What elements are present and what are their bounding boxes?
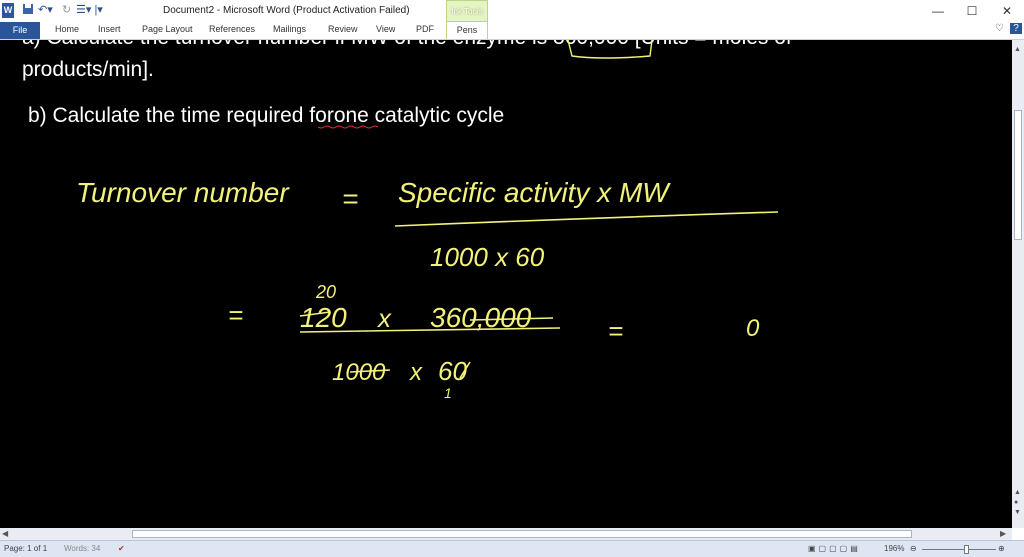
- scroll-left-icon[interactable]: ◀: [2, 529, 8, 538]
- help-icon[interactable]: ?: [1010, 23, 1022, 34]
- word-icon[interactable]: W: [2, 3, 14, 18]
- customize-qat-icon[interactable]: ☰▾ |▾: [76, 3, 103, 18]
- ribbon-tabs: File Home Insert Page Layout References …: [0, 22, 1024, 40]
- tab-view[interactable]: View: [376, 24, 395, 34]
- ink-num2-overwrite: 20: [315, 282, 336, 302]
- horizontal-scrollbar[interactable]: ◀ ▶: [0, 528, 1012, 540]
- ink-tools-context-label: Ink Tools: [446, 0, 488, 22]
- ink-fraction-bar-1: [394, 211, 779, 227]
- word-count[interactable]: Words: 34: [64, 544, 100, 553]
- ink-eq1: =: [342, 183, 358, 214]
- proofing-icon[interactable]: ✔: [118, 544, 125, 553]
- page-indicator[interactable]: Page: 1 of 1: [4, 544, 47, 553]
- redo-icon[interactable]: ↻: [62, 3, 71, 18]
- ink-den2-a: 1000: [332, 359, 386, 386]
- window-title: Document2 - Microsoft Word (Product Acti…: [163, 5, 410, 16]
- zoom-out-icon[interactable]: ⊖: [910, 544, 917, 553]
- browse-buttons-icon[interactable]: ▲ ● ▼: [1014, 488, 1021, 518]
- minimize-button[interactable]: —: [923, 3, 953, 19]
- horizontal-scroll-thumb[interactable]: [132, 530, 912, 538]
- ink-den2-b: 60: [438, 356, 467, 386]
- ink-denominator: 1000 x 60: [430, 242, 545, 272]
- ink-num2-x: x: [376, 303, 392, 333]
- tab-references[interactable]: References: [209, 24, 255, 34]
- tab-mailings[interactable]: Mailings: [273, 24, 306, 34]
- tab-home[interactable]: Home: [55, 24, 79, 34]
- ink-num2-a: 120: [300, 302, 347, 333]
- view-buttons-icon[interactable]: ▣▢▢▢▤: [808, 544, 861, 553]
- zoom-slider[interactable]: [922, 549, 996, 550]
- ribbon-minimize-icon[interactable]: ♡: [995, 23, 1004, 34]
- ink-lhs: Turnover number: [76, 177, 290, 208]
- tab-review[interactable]: Review: [328, 24, 358, 34]
- tab-pens[interactable]: Pens: [446, 22, 488, 39]
- document-canvas[interactable]: a) Calculate the turnover number if MW o…: [0, 40, 1012, 528]
- status-bar: Page: 1 of 1 Words: 34 ✔ ▣▢▢▢▤ 196% ⊖ ⊕: [0, 540, 1024, 557]
- tab-insert[interactable]: Insert: [98, 24, 121, 34]
- undo-icon[interactable]: ↶▾: [38, 3, 53, 18]
- zoom-level[interactable]: 196%: [884, 544, 904, 553]
- ink-numerator: Specific activity x MW: [398, 177, 671, 208]
- close-button[interactable]: ✕: [992, 3, 1022, 19]
- spellcheck-underline: [317, 125, 379, 129]
- ink-den2-sub: 1: [444, 385, 452, 401]
- save-icon[interactable]: [22, 3, 34, 18]
- title-bar: W ↶▾ ↻ ☰▾ |▾ Document2 - Microsoft Word …: [0, 0, 1024, 22]
- scroll-right-icon[interactable]: ▶: [1000, 529, 1006, 538]
- tab-file[interactable]: File: [0, 22, 40, 39]
- tab-page-layout[interactable]: Page Layout: [142, 24, 193, 34]
- tab-pdf[interactable]: PDF: [416, 24, 434, 34]
- vertical-scroll-thumb[interactable]: [1014, 110, 1022, 240]
- ink-eq3: =: [608, 316, 623, 346]
- ink-den2-x: x: [409, 359, 423, 386]
- ink-box-mw: [567, 40, 653, 59]
- ink-eq2: =: [228, 300, 243, 330]
- vertical-scrollbar[interactable]: ▲ ▲ ● ▼: [1012, 40, 1024, 528]
- ink-layer: Turnover number = Specific activity x MW…: [76, 40, 779, 401]
- zoom-in-icon[interactable]: ⊕: [998, 544, 1005, 553]
- maximize-button[interactable]: ☐: [957, 3, 987, 19]
- ink-result: 0: [746, 315, 760, 342]
- scroll-up-icon[interactable]: ▲: [1014, 46, 1022, 54]
- zoom-slider-thumb[interactable]: [964, 545, 969, 554]
